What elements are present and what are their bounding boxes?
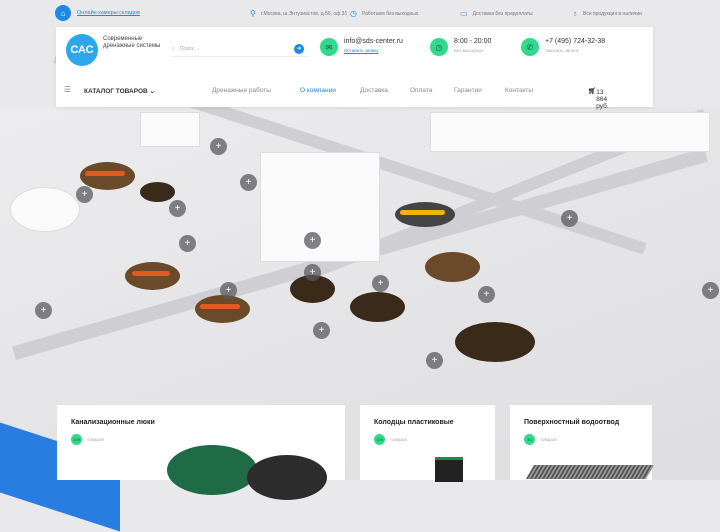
- time-sub: Без выходных: [454, 48, 484, 53]
- truck-icon: ▭: [460, 9, 468, 18]
- clock-icon: ◷: [430, 38, 448, 56]
- map-marker-plus[interactable]: +: [240, 174, 257, 191]
- delivery-info: ▭ Доставка без предоплаты: [460, 9, 533, 18]
- nav-guarantees[interactable]: Гарантии: [454, 87, 482, 94]
- callback-link[interactable]: Заказать звонок: [545, 48, 605, 53]
- map-marker-plus[interactable]: +: [304, 232, 321, 249]
- hours-contact: ◷ 8:00 - 20:00 Без выходных: [430, 38, 491, 56]
- logo-text: Современные дренажные системы: [103, 36, 161, 49]
- stock-text: Вся продукция в наличии: [583, 10, 642, 17]
- delivery-text: Доставка без предоплаты: [472, 10, 533, 17]
- email-text[interactable]: info@sds-center.ru: [344, 38, 403, 45]
- card-title: Поверхностный водоотвод: [524, 419, 620, 426]
- count-unit: товаров: [87, 437, 104, 442]
- cart-total: 13 864 руб.: [596, 89, 609, 110]
- address-info: ⚲ г.Москва, ш.Энтузиастов, д.56, оф.31: [250, 9, 347, 18]
- phone-contact: ✆ +7 (495) 724-32-38 Заказать звонок: [521, 38, 605, 56]
- site-header: САС Современные дренажные системы ⌕ Поиск…: [56, 27, 653, 110]
- count-badge: 33: [524, 434, 535, 445]
- category-card[interactable]: Канализационные люки 109 товаров: [57, 405, 345, 500]
- nav-payment[interactable]: Оплата: [410, 87, 432, 94]
- cameras-link-text[interactable]: Онлайн камеры складов: [77, 10, 140, 16]
- count-unit: товаров: [540, 437, 557, 442]
- manhole-product-image: [167, 445, 257, 495]
- nav-contacts[interactable]: Контакты: [505, 87, 533, 94]
- map-marker-plus[interactable]: +: [35, 302, 52, 319]
- map-marker-plus[interactable]: +: [313, 322, 330, 339]
- address-text: г.Москва, ш.Энтузиастов, д.56, оф.31: [260, 10, 348, 17]
- phone-icon: ✆: [521, 38, 539, 56]
- clock-icon: ◷: [350, 9, 357, 18]
- main-nav: ☰ КАТАЛОГ ТОВАРОВ ⌄ Дренажные работы О к…: [56, 85, 653, 110]
- map-marker-plus[interactable]: +: [478, 286, 495, 303]
- hours-text: Работаем без выходных: [361, 10, 419, 17]
- card-title: Колодцы пластиковые: [374, 419, 454, 426]
- search-placeholder: Поиск ...: [179, 45, 200, 52]
- cameras-link[interactable]: ⌂ Онлайн камеры складов: [55, 5, 140, 21]
- cart-icon: 🛒︎: [588, 88, 597, 95]
- map-marker-plus[interactable]: +: [76, 186, 93, 203]
- chevron-down-icon: ⌄: [149, 88, 155, 95]
- count-badge: 105: [374, 434, 385, 445]
- logo[interactable]: САС: [66, 34, 98, 66]
- leave-request-link[interactable]: Оставить заявку: [344, 48, 403, 53]
- map-marker-plus[interactable]: +: [210, 138, 227, 155]
- menu-icon[interactable]: ☰: [64, 85, 71, 94]
- search-icon: ⌕: [172, 45, 175, 52]
- count-badge: 109: [71, 434, 82, 445]
- map-marker-plus[interactable]: +: [561, 210, 578, 227]
- map-marker-plus[interactable]: +: [179, 235, 196, 252]
- map-marker-plus[interactable]: +: [426, 352, 443, 369]
- map-marker-plus[interactable]: +: [169, 200, 186, 217]
- nav-delivery[interactable]: Доставка: [360, 87, 388, 94]
- count-unit: товаров: [390, 437, 407, 442]
- card-title: Канализационные люки: [71, 419, 155, 426]
- hours-info: ◷ Работаем без выходных: [350, 9, 418, 18]
- map-marker-plus[interactable]: +: [702, 282, 719, 299]
- map-marker-plus[interactable]: +: [372, 275, 389, 292]
- drain-channel-image: [525, 465, 655, 479]
- search-button[interactable]: ➜: [294, 44, 304, 54]
- cart[interactable]: 🛒︎ 13 864 руб.: [588, 87, 609, 110]
- nav-about[interactable]: О компании: [300, 87, 336, 94]
- phone-text[interactable]: +7 (495) 724-32-38: [545, 38, 605, 45]
- mail-icon: ✉: [320, 38, 338, 56]
- camera-icon: ⌂: [55, 5, 71, 21]
- catalog-button[interactable]: КАТАЛОГ ТОВАРОВ ⌄: [84, 87, 155, 95]
- search-input[interactable]: ⌕ Поиск ...: [172, 41, 308, 57]
- well-product-image: [435, 457, 463, 482]
- bulb-icon: ♁: [572, 9, 578, 18]
- top-info-bar: ⌂ Онлайн камеры складов ⚲ г.Москва, ш.Энту…: [0, 0, 720, 26]
- email-contact: ✉ info@sds-center.ru Оставить заявку: [320, 38, 403, 56]
- manhole-product-image: [247, 455, 327, 500]
- location-pin-icon: ⚲: [250, 9, 256, 18]
- category-card[interactable]: Поверхностный водоотвод 33 товаров: [510, 405, 655, 480]
- nav-drainage-works[interactable]: Дренажные работы: [212, 87, 271, 94]
- catalog-label: КАТАЛОГ ТОВАРОВ: [84, 88, 148, 95]
- stock-info: ♁ Вся продукция в наличии: [572, 9, 642, 18]
- map-marker-plus[interactable]: +: [220, 282, 237, 299]
- time-text: 8:00 - 20:00: [454, 38, 492, 45]
- category-card[interactable]: Колодцы пластиковые 105 товаров: [360, 405, 495, 482]
- map-marker-plus[interactable]: +: [304, 264, 321, 281]
